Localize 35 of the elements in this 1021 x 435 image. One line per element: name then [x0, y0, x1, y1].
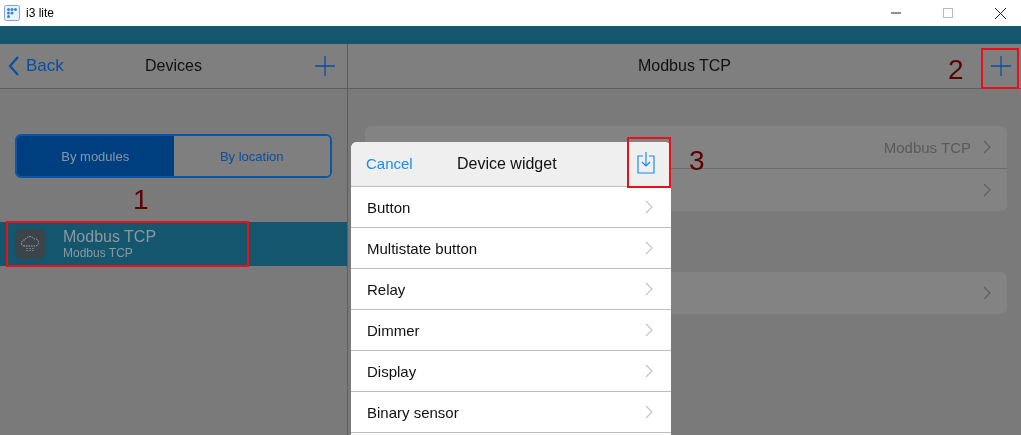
download-icon[interactable] — [637, 152, 655, 174]
segment-tab[interactable]: By modules — [17, 136, 174, 176]
annotation-number: 3 — [689, 147, 705, 175]
annotation-frame — [627, 137, 671, 188]
chevron-icon — [645, 241, 653, 255]
widget-item[interactable]: Display — [351, 351, 671, 392]
widget-item[interactable]: Dimmer — [351, 310, 671, 351]
window-title: i3 lite — [26, 6, 54, 20]
chevron-icon — [645, 364, 653, 378]
annotation-frame — [981, 48, 1019, 89]
device-subtitle: Modbus TCP — [63, 246, 134, 260]
chevron-icon — [645, 323, 653, 337]
close-icon[interactable] — [995, 7, 1006, 19]
maximize-icon[interactable] — [943, 8, 953, 18]
widget-item[interactable]: Button — [351, 187, 671, 228]
chevron-icon — [645, 405, 653, 419]
pane-title: Devices — [144, 57, 203, 75]
annotation-number: 1 — [133, 186, 149, 214]
dialog-title: Device widget — [457, 155, 557, 173]
chevron-icon[interactable] — [983, 286, 991, 300]
cloud-icon — [15, 229, 45, 259]
chevron-icon[interactable] — [983, 140, 991, 154]
back-chevron-icon[interactable] — [8, 56, 20, 76]
chevron-icon — [645, 200, 653, 214]
add-icon[interactable] — [315, 56, 335, 76]
chevron-icon — [645, 282, 653, 296]
pane-title: Modbus TCP — [636, 57, 733, 75]
widget-item[interactable]: Multistate button — [351, 228, 671, 269]
widget-item[interactable]: Relay — [351, 269, 671, 310]
device-name: Modbus TCP — [63, 228, 157, 246]
chevron-icon[interactable] — [983, 183, 991, 197]
widget-item[interactable]: Binary sensor — [351, 392, 671, 433]
add-icon[interactable] — [991, 56, 1011, 76]
annotation-number: 2 — [948, 56, 964, 84]
app-icon — [4, 5, 20, 21]
